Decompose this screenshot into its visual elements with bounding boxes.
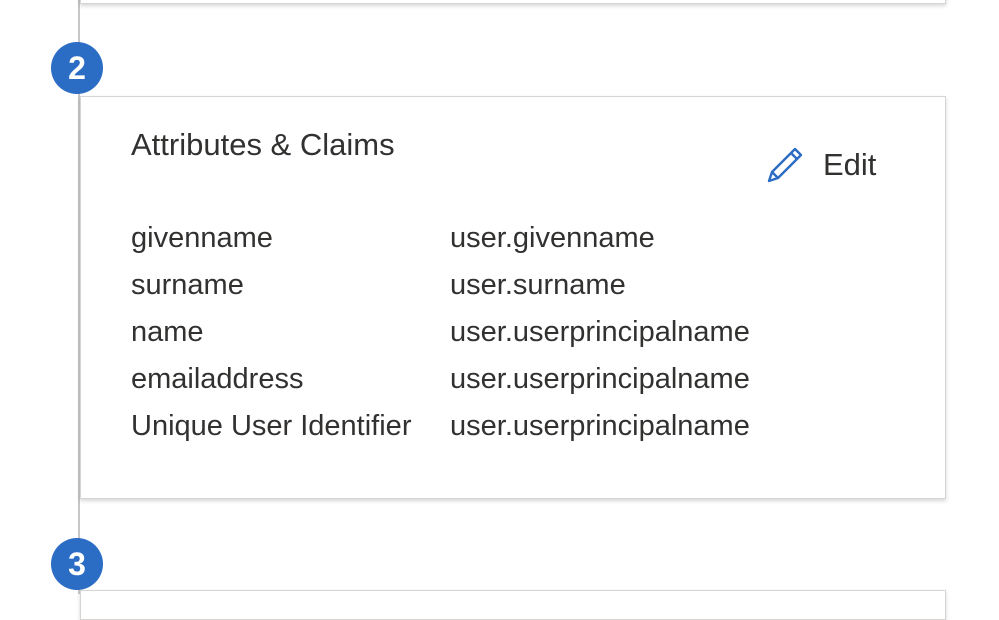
claim-value: user.userprincipalname bbox=[450, 363, 750, 395]
card-title: Attributes & Claims bbox=[131, 127, 395, 162]
pencil-icon bbox=[765, 145, 805, 185]
claim-name: emailaddress bbox=[131, 363, 304, 395]
claim-value: user.userprincipalname bbox=[450, 410, 750, 442]
next-step-card bbox=[80, 590, 946, 620]
claim-row: surname user.surname bbox=[131, 262, 750, 309]
claim-name: givenname bbox=[131, 222, 273, 254]
claim-row: name user.userprincipalname bbox=[131, 309, 750, 356]
claim-name: Unique User Identifier bbox=[131, 410, 412, 442]
claim-row: Unique User Identifier user.userprincipa… bbox=[131, 403, 750, 450]
claims-table: givenname user.givenname surname user.su… bbox=[131, 215, 750, 450]
claim-name: surname bbox=[131, 269, 244, 301]
claim-value: user.surname bbox=[450, 269, 626, 301]
claim-row: givenname user.givenname bbox=[131, 215, 750, 262]
claim-value: user.givenname bbox=[450, 222, 655, 254]
attributes-claims-card: Attributes & Claims Edit givenname user.… bbox=[80, 96, 946, 499]
claim-value: user.userprincipalname bbox=[450, 316, 750, 348]
previous-step-card bbox=[80, 0, 946, 4]
edit-label: Edit bbox=[823, 147, 877, 182]
edit-button[interactable]: Edit bbox=[765, 145, 876, 185]
claim-name: name bbox=[131, 316, 204, 348]
step-3-badge: 3 bbox=[51, 538, 103, 590]
claim-row: emailaddress user.userprincipalname bbox=[131, 356, 750, 403]
step-2-badge: 2 bbox=[51, 42, 103, 94]
